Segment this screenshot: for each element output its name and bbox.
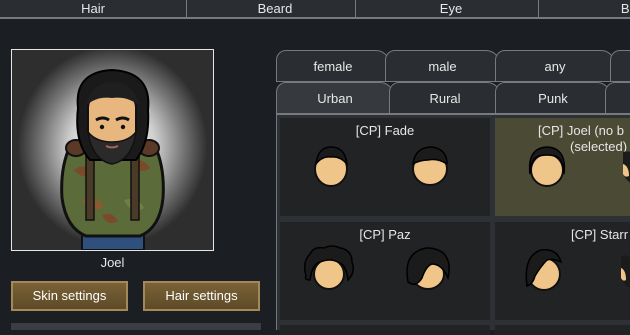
hair-settings-button[interactable]: Hair settings	[143, 281, 260, 311]
tab-eye[interactable]: Eye	[355, 0, 547, 18]
starr-front-head-icon	[525, 249, 563, 291]
style-name: [CP] Joel (no b	[538, 123, 624, 138]
starr-side-head-icon	[621, 255, 630, 288]
tab-rural-label: Rural	[429, 91, 461, 106]
style-cell-joel[interactable]: [CP] Joel (no b (selected)	[495, 118, 630, 216]
tab-urban[interactable]: Urban	[276, 82, 394, 114]
hair-settings-label: Hair settings	[165, 288, 238, 303]
tab-any[interactable]: any	[495, 50, 615, 82]
tab-hair-label: Hair	[81, 1, 105, 16]
style-cell-paz[interactable]: [CP] Paz	[280, 222, 490, 320]
skin-settings-button[interactable]: Skin settings	[11, 281, 128, 311]
tab-style-more[interactable]	[605, 82, 630, 114]
joel-front-head-icon	[528, 146, 566, 187]
style-cell-next-row[interactable]	[280, 325, 490, 335]
skin-settings-label: Skin settings	[32, 288, 107, 303]
fade-side-head-icon	[412, 146, 448, 186]
style-cell-fade[interactable]: [CP] Fade	[280, 118, 490, 216]
tab-brow-label: Bro	[620, 1, 630, 16]
tab-beard[interactable]: Beard	[186, 0, 364, 18]
left-bottom-bar	[11, 323, 261, 330]
joel-side-head-icon	[623, 151, 630, 183]
tab-brow[interactable]: Bro	[538, 0, 630, 18]
pawn-portrait	[11, 49, 214, 251]
paz-side-head-icon	[406, 247, 450, 290]
tab-female[interactable]: female	[276, 50, 390, 82]
tab-beard-label: Beard	[257, 1, 293, 16]
pawn-figure-icon	[60, 68, 165, 250]
tab-punk-label: Punk	[538, 91, 568, 106]
tab-female-label: female	[313, 59, 353, 74]
tab-gender-more[interactable]	[610, 50, 630, 82]
style-cell-next-row-2[interactable]	[495, 325, 630, 335]
pawn-name: Joel	[100, 255, 125, 270]
tab-male[interactable]: male	[385, 50, 500, 82]
top-tab-divider	[0, 18, 630, 19]
paz-front-head-icon	[303, 245, 355, 290]
tab-hair[interactable]: Hair	[0, 0, 196, 18]
selected-indicator: (selected)	[570, 139, 628, 154]
tab-any-label: any	[544, 59, 566, 74]
tab-rural[interactable]: Rural	[389, 82, 501, 114]
tab-eye-label: Eye	[439, 1, 463, 16]
style-cell-starr[interactable]: [CP] Starr	[495, 222, 630, 320]
tab-male-label: male	[428, 59, 457, 74]
style-label: [CP] Paz	[359, 227, 411, 242]
tab-urban-label: Urban	[317, 91, 353, 106]
style-label: [CP] Starr	[571, 227, 629, 242]
style-label: [CP] Fade	[355, 123, 415, 138]
fade-front-head-icon	[314, 146, 349, 187]
tab-punk[interactable]: Punk	[495, 82, 611, 114]
